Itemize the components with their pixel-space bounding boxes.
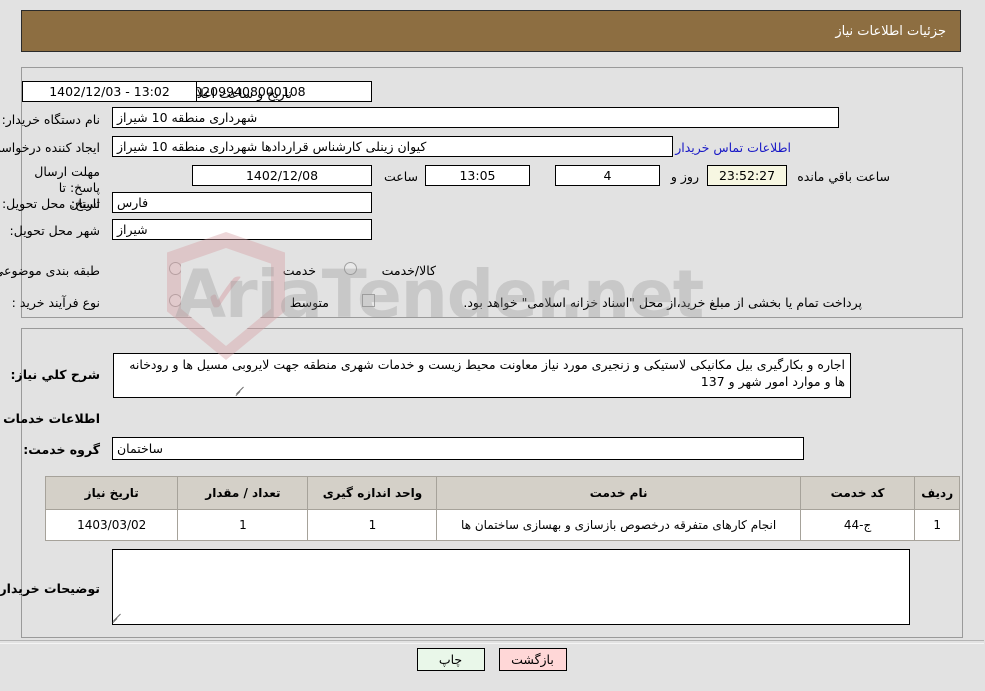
page-header: جزئیات اطلاعات نیاز [22, 10, 962, 52]
category-label: طبقه بندی موضوعی: [0, 263, 101, 278]
creator-value: کیوان زینلی کارشناس قراردادها شهرداری من… [113, 136, 674, 157]
category-radio-khedmat[interactable] [253, 262, 266, 275]
buyer-org-label: نام دستگاه خریدار: [2, 112, 101, 127]
city-value: شیراز [113, 219, 373, 240]
remaining-days-label: روز و [671, 169, 700, 184]
process-radio-jozi[interactable] [170, 294, 183, 307]
cell-unit: 1 [308, 509, 439, 541]
cell-name: انجام کارهای متفرقه درخصوص بازسازی و بهس… [437, 509, 802, 541]
back-button[interactable]: بازگشت [499, 648, 568, 671]
category-radio-kala[interactable] [170, 262, 183, 275]
process-label-motevaset: متوسط [290, 295, 330, 310]
buyer-org-value: شهرداری منطقه 10 شیراز [113, 107, 840, 128]
table-row[interactable]: 1 ج-44 انجام کارهای متفرقه درخصوص بازساز… [45, 509, 961, 541]
cell-qty: 1 [178, 509, 310, 541]
buyer-notes-textarea[interactable] [113, 549, 911, 625]
province-label: استان محل تحویل: [2, 196, 101, 211]
services-table-wrapper: ردیف کد خدمت نام خدمت واحد اندازه گیری ت… [45, 476, 961, 541]
category-label-kala-khedmat: کالا/خدمت [382, 263, 437, 278]
announce-date-value: 13:02 - 1402/12/03 [23, 81, 198, 102]
service-group-value: ساختمان [113, 437, 805, 460]
process-label-jozi: جزیی [196, 295, 225, 310]
process-label: نوع فرآیند خرید : [12, 295, 101, 310]
services-heading: اطلاعات خدمات مورد نیاز [0, 411, 101, 426]
summary-label: شرح کلي نیاز: [11, 367, 101, 382]
category-label-khedmat: خدمت [283, 263, 317, 278]
col-date: تاریخ نیاز [45, 476, 180, 510]
cell-date: 1403/03/02 [45, 509, 180, 541]
col-row: ردیف [915, 476, 961, 510]
page-title: جزئیات اطلاعات نیاز [836, 23, 947, 39]
cell-row: 1 [915, 509, 961, 541]
category-radio-kala-khedmat[interactable] [345, 262, 358, 275]
buyer-notes-label: توضیحات خریدار; [0, 581, 101, 596]
province-value: فارس [113, 192, 373, 213]
footer-divider [0, 640, 985, 644]
cell-code: ج-44 [800, 509, 917, 541]
remaining-time-value: 23:52:27 [708, 165, 788, 186]
treasury-checkbox-label: پرداخت تمام یا بخشی از مبلغ خرید،از محل … [464, 295, 863, 310]
col-name: نام خدمت [437, 476, 802, 510]
col-qty: تعداد / مقدار [178, 476, 310, 510]
col-code: کد خدمت [800, 476, 917, 510]
print-button[interactable]: چاپ [417, 648, 486, 671]
summary-textarea[interactable]: اجاره و بکارگیری بیل مکانیکی لاستیکی و ز… [114, 353, 852, 398]
footer-button-bar: بازگشت چاپ [0, 648, 985, 671]
service-group-label: گروه خدمت: [24, 442, 101, 457]
remaining-days-value: 4 [556, 165, 661, 186]
process-radio-motevaset[interactable] [254, 294, 267, 307]
deadline-date-value: 1402/12/08 [193, 165, 373, 186]
city-label: شهر محل تحویل: [10, 223, 101, 238]
creator-label: ایجاد کننده درخواست: [0, 140, 101, 155]
table-header-row: ردیف کد خدمت نام خدمت واحد اندازه گیری ت… [45, 476, 961, 510]
services-table: ردیف کد خدمت نام خدمت واحد اندازه گیری ت… [45, 476, 961, 541]
remaining-time-label: ساعت باقي مانده [798, 169, 891, 184]
treasury-checkbox[interactable] [363, 294, 376, 307]
deadline-time-value: 13:05 [426, 165, 531, 186]
col-unit: واحد اندازه گیری [308, 476, 439, 510]
category-label-kala: کالا [204, 263, 221, 278]
deadline-hour-label: ساعت [384, 169, 419, 184]
buyer-contact-link[interactable]: اطلاعات تماس خریدار [676, 140, 792, 155]
